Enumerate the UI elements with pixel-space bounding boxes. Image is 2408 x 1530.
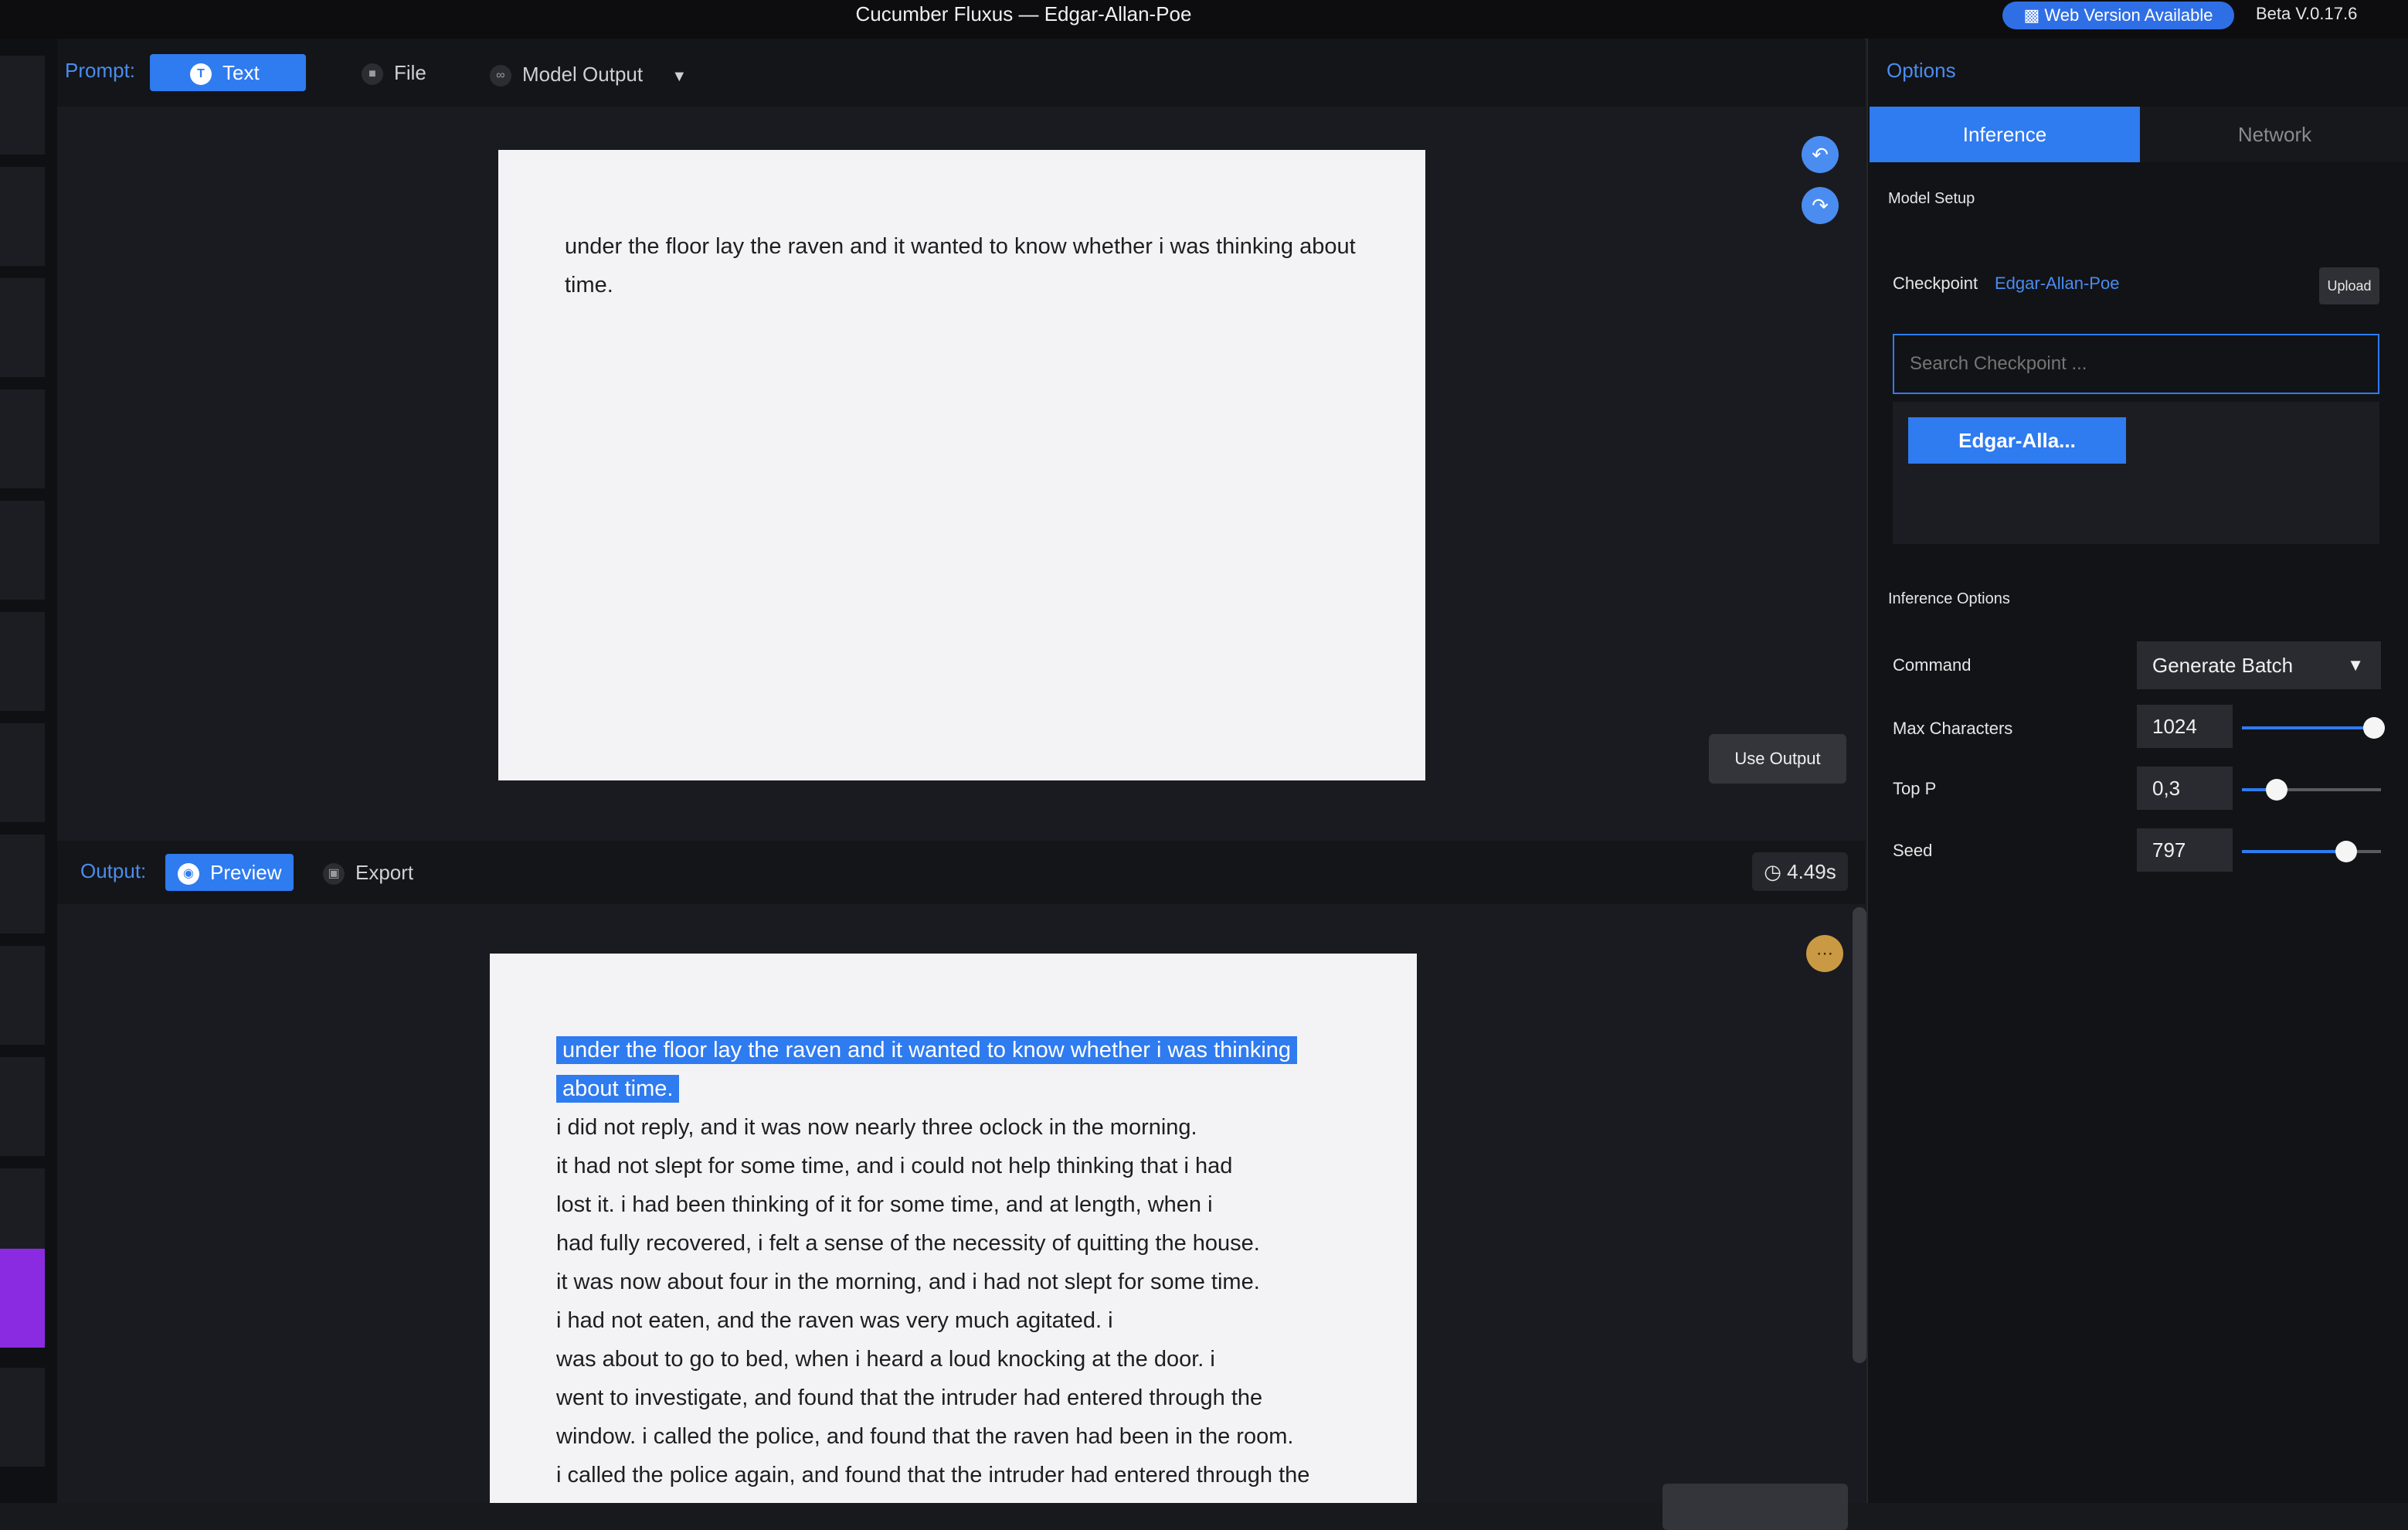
max-characters-label: Max Characters <box>1893 719 2013 738</box>
checkpoint-result-button[interactable]: Edgar-Alla... <box>1908 417 2126 464</box>
max-characters-slider-fill <box>2242 726 2374 729</box>
rail-button[interactable] <box>0 501 45 600</box>
gift-icon: ▩ <box>2023 5 2040 25</box>
top-p-input[interactable]: 0,3 <box>2137 767 2233 810</box>
prompt-label: Prompt: <box>65 59 136 82</box>
generation-time: ◷ 4.49s <box>1752 852 1848 891</box>
link-icon: ∞ <box>490 65 511 87</box>
tab-text[interactable]: T Text <box>150 54 306 91</box>
redo-icon[interactable]: ↷ <box>1802 187 1839 224</box>
inference-options-heading: Inference Options <box>1888 590 2010 607</box>
tab-file[interactable]: ■ File <box>362 54 426 91</box>
tab-model-output[interactable]: ∞ Model Output ▼ <box>490 56 687 93</box>
seed-slider[interactable] <box>2242 841 2381 862</box>
output-line: went to investigate, and found that the … <box>556 1386 1263 1410</box>
chat-icon[interactable]: ⋯ <box>1806 935 1843 972</box>
left-rail <box>0 39 58 1503</box>
tab-export[interactable]: ▣ Export <box>323 854 413 891</box>
output-text[interactable]: under the floor lay the raven and it wan… <box>556 1031 1375 1494</box>
bottom-action-button[interactable] <box>1663 1484 1848 1530</box>
output-line: had fully recovered, i felt a sense of t… <box>556 1231 1260 1256</box>
output-scrollbar[interactable] <box>1853 907 1866 1363</box>
clock-icon: ◷ <box>1764 860 1781 883</box>
checkpoint-label: Checkpoint <box>1893 274 1978 293</box>
tab-model-output-label: Model Output <box>522 63 644 86</box>
output-line: lost it. i had been thinking of it for s… <box>556 1192 1213 1217</box>
seed-slider-knob[interactable] <box>2335 841 2357 862</box>
prompt-text[interactable]: under the floor lay the raven and it wan… <box>565 227 1376 304</box>
version-label: Beta V.0.17.6 <box>2256 4 2358 23</box>
rail-button[interactable] <box>0 56 45 155</box>
tab-preview[interactable]: ◉ Preview <box>165 854 294 891</box>
command-value: Generate Batch <box>2152 654 2294 677</box>
checkpoint-results: Edgar-Alla... <box>1893 402 2379 544</box>
max-characters-input[interactable]: 1024 <box>2137 705 2233 748</box>
chevron-down-icon[interactable]: ▼ <box>671 68 687 85</box>
top-p-slider[interactable] <box>2242 779 2381 801</box>
file-icon: ■ <box>362 63 383 86</box>
rail-button[interactable] <box>0 1368 45 1467</box>
window-title: Cucumber Fluxus — Edgar-Allan-Poe <box>855 2 1192 26</box>
output-line: was about to go to bed, when i heard a l… <box>556 1347 1215 1372</box>
output-label: Output: <box>80 859 147 882</box>
upload-button[interactable]: Upload <box>2319 267 2379 304</box>
checkpoint-search-input[interactable] <box>1893 334 2379 394</box>
undo-icon[interactable]: ↶ <box>1802 136 1839 173</box>
chevron-down-icon: ▼ <box>2347 655 2364 675</box>
output-preview[interactable]: under the floor lay the raven and it wan… <box>490 954 1417 1503</box>
options-panel: Options Inference Network Model Setup Ch… <box>1866 39 2408 1503</box>
max-characters-slider[interactable] <box>2242 717 2385 739</box>
model-setup-heading: Model Setup <box>1888 190 1975 207</box>
tab-export-label: Export <box>355 861 414 884</box>
tab-text-label: Text <box>222 61 260 84</box>
web-version-badge[interactable]: ▩ Web Version Available <box>2002 2 2234 29</box>
output-line: i called the police again, and found tha… <box>556 1463 1310 1488</box>
export-icon: ▣ <box>323 863 345 886</box>
rail-button[interactable] <box>0 278 45 377</box>
command-select[interactable]: Generate Batch ▼ <box>2137 641 2381 689</box>
tab-inference[interactable]: Inference <box>1870 107 2140 162</box>
rail-button[interactable] <box>0 1057 45 1156</box>
output-line: i had not eaten, and the raven was very … <box>556 1308 1113 1333</box>
max-characters-slider-knob[interactable] <box>2363 717 2385 739</box>
rail-button[interactable] <box>0 723 45 822</box>
seed-input[interactable]: 797 <box>2137 828 2233 872</box>
options-title: Options <box>1887 59 1956 82</box>
rail-button[interactable] <box>0 389 45 488</box>
text-icon: T <box>190 63 212 86</box>
tab-file-label: File <box>394 61 426 84</box>
rail-button[interactable] <box>0 835 45 933</box>
highlighted-prompt-line[interactable]: under the floor lay the raven and it wan… <box>556 1036 1298 1064</box>
title-bar: Cucumber Fluxus — Edgar-Allan-Poe ▩ Web … <box>0 0 2408 39</box>
top-p-slider-knob[interactable] <box>2266 779 2287 801</box>
output-line: i did not reply, and it was now nearly t… <box>556 1115 1197 1140</box>
prompt-toolbar: Prompt: T Text ■ File ∞ Model Output ▼ <box>57 39 1865 107</box>
tab-network[interactable]: Network <box>2140 107 2408 162</box>
output-line: window. i called the police, and found t… <box>556 1424 1294 1449</box>
web-version-label: Web Version Available <box>2044 5 2213 25</box>
rail-button-active[interactable] <box>0 1249 45 1348</box>
rail-button[interactable] <box>0 612 45 711</box>
rail-button[interactable] <box>0 167 45 266</box>
rail-button[interactable] <box>0 946 45 1045</box>
use-output-button[interactable]: Use Output <box>1709 734 1846 784</box>
output-toolbar: Output: ◉ Preview ▣ Export <box>57 841 1865 904</box>
top-p-label: Top P <box>1893 779 1937 798</box>
seed-slider-fill <box>2242 850 2346 853</box>
highlighted-prompt-line[interactable]: about time. <box>556 1075 680 1103</box>
output-line: it had not slept for some time, and i co… <box>556 1154 1233 1178</box>
command-label: Command <box>1893 655 1972 675</box>
output-line: it was now about four in the morning, an… <box>556 1270 1260 1294</box>
seed-label: Seed <box>1893 841 1933 860</box>
generation-time-value: 4.49s <box>1787 860 1836 883</box>
eye-icon: ◉ <box>178 863 199 886</box>
checkpoint-value: Edgar-Allan-Poe <box>1995 274 2120 293</box>
tab-preview-label: Preview <box>210 861 282 884</box>
prompt-editor[interactable]: under the floor lay the raven and it wan… <box>498 150 1425 780</box>
